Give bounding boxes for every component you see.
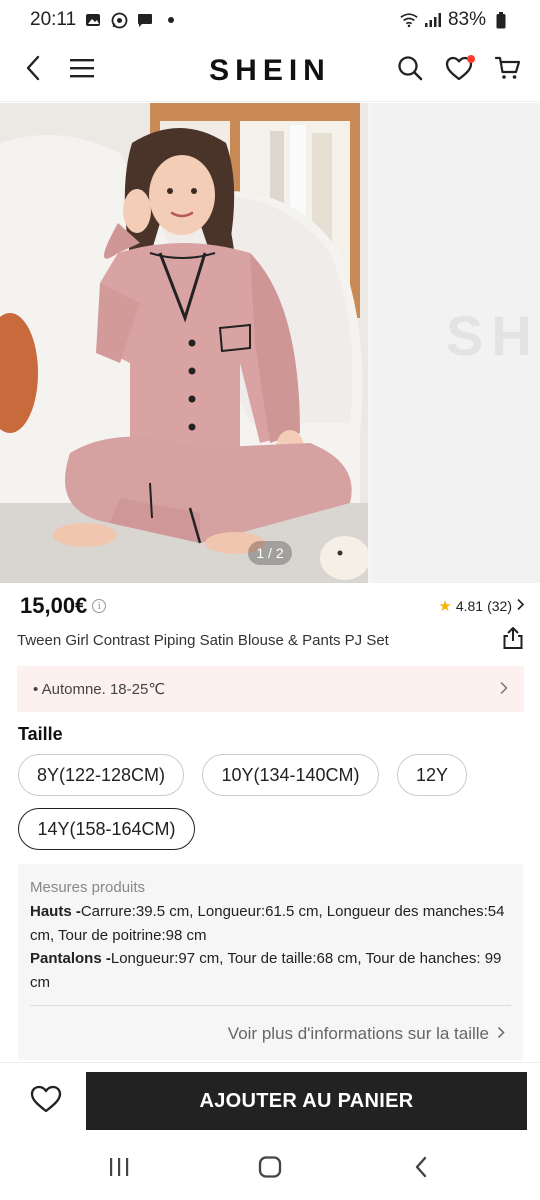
size-option-12y[interactable]: 12Y: [397, 754, 467, 796]
whatsapp-icon: [110, 11, 128, 29]
chat-icon: [136, 11, 154, 29]
search-button[interactable]: [390, 51, 430, 91]
size-option-14y[interactable]: 14Y(158-164CM): [18, 808, 195, 850]
bottom-action-bar: AJOUTER AU PANIER: [0, 1062, 540, 1138]
cart-icon: [494, 55, 521, 86]
tops-label: Hauts -: [30, 903, 81, 920]
system-nav-bar: [0, 1138, 540, 1200]
battery-icon: [492, 11, 510, 29]
measurements-tops: Hauts -Carrure:39.5 cm, Longueur:61.5 cm…: [30, 900, 511, 947]
tops-values: Carrure:39.5 cm, Longueur:61.5 cm, Longu…: [30, 903, 505, 944]
wifi-icon: [400, 11, 418, 29]
search-icon: [397, 55, 423, 86]
price-info-icon[interactable]: i: [92, 599, 107, 613]
product-photo-illustration: [0, 103, 368, 583]
gallery-icon: [84, 11, 102, 29]
pants-label: Pantalons -: [30, 950, 111, 967]
back-arrow-icon: [25, 55, 41, 86]
menu-button[interactable]: [62, 51, 102, 91]
chevron-right-icon: [497, 1022, 505, 1046]
product-price: 15,00€: [20, 593, 88, 618]
chevron-right-icon: [499, 679, 508, 700]
image-counter: 1 / 2: [248, 541, 292, 565]
add-to-cart-button[interactable]: AJOUTER AU PANIER: [86, 1072, 527, 1130]
measurements-heading: Mesures produits: [30, 879, 146, 896]
system-back-button[interactable]: [401, 1152, 441, 1186]
cart-button[interactable]: [488, 51, 528, 91]
product-title: Tween Girl Contrast Piping Satin Blouse …: [17, 631, 389, 649]
signal-icon: [424, 11, 442, 29]
measurements-pants: Pantalons -Longueur:97 cm, Tour de taill…: [30, 947, 511, 994]
app-header: SHEIN: [0, 40, 540, 102]
price-row: 15,00€ i ★ 4.81 (32): [20, 590, 525, 622]
heart-icon: [30, 1085, 62, 1118]
rating-link[interactable]: ★ 4.81 (32): [438, 597, 525, 615]
home-icon: [258, 1155, 282, 1183]
rating-value: 4.81: [455, 598, 484, 614]
back-button[interactable]: [13, 51, 53, 91]
star-icon: ★: [438, 598, 452, 615]
size-section-title: Taille: [18, 724, 63, 744]
next-photo-watermark: SH: [446, 304, 540, 367]
share-icon: [503, 626, 523, 655]
product-gallery[interactable]: 1 / 2 SH: [0, 103, 540, 583]
status-more-dot: [168, 17, 175, 23]
menu-icon: [69, 57, 95, 84]
recent-apps-icon: [108, 1157, 130, 1182]
size-option-10y[interactable]: 10Y(134-140CM): [202, 754, 379, 796]
title-row: Tween Girl Contrast Piping Satin Blouse …: [17, 626, 525, 654]
more-size-info-label: Voir plus d'informations sur la taille: [227, 1024, 489, 1043]
review-count: (32): [487, 598, 512, 614]
home-button[interactable]: [250, 1152, 290, 1186]
product-photo[interactable]: 1 / 2: [0, 103, 368, 583]
share-button[interactable]: [501, 626, 525, 655]
status-bar: 20:11 83%: [0, 0, 540, 40]
recent-apps-button[interactable]: [99, 1152, 139, 1186]
season-text: • Automne. 18-25℃: [33, 681, 166, 698]
status-time: 20:11: [30, 9, 77, 30]
add-to-wishlist-button[interactable]: [26, 1081, 66, 1121]
chevron-right-icon: [516, 598, 525, 614]
back-chevron-icon: [414, 1156, 428, 1183]
product-measurements: Mesures produits Hauts -Carrure:39.5 cm,…: [18, 864, 523, 1060]
more-size-info-link[interactable]: Voir plus d'informations sur la taille: [228, 1022, 505, 1046]
wishlist-button[interactable]: [439, 51, 479, 91]
divider: [30, 1005, 511, 1006]
season-banner[interactable]: • Automne. 18-25℃: [17, 666, 524, 712]
size-option-8y[interactable]: 8Y(122-128CM): [18, 754, 184, 796]
next-photo-preview[interactable]: SH: [372, 103, 540, 583]
battery-percent: 83%: [447, 9, 486, 30]
notification-dot: [467, 54, 475, 63]
